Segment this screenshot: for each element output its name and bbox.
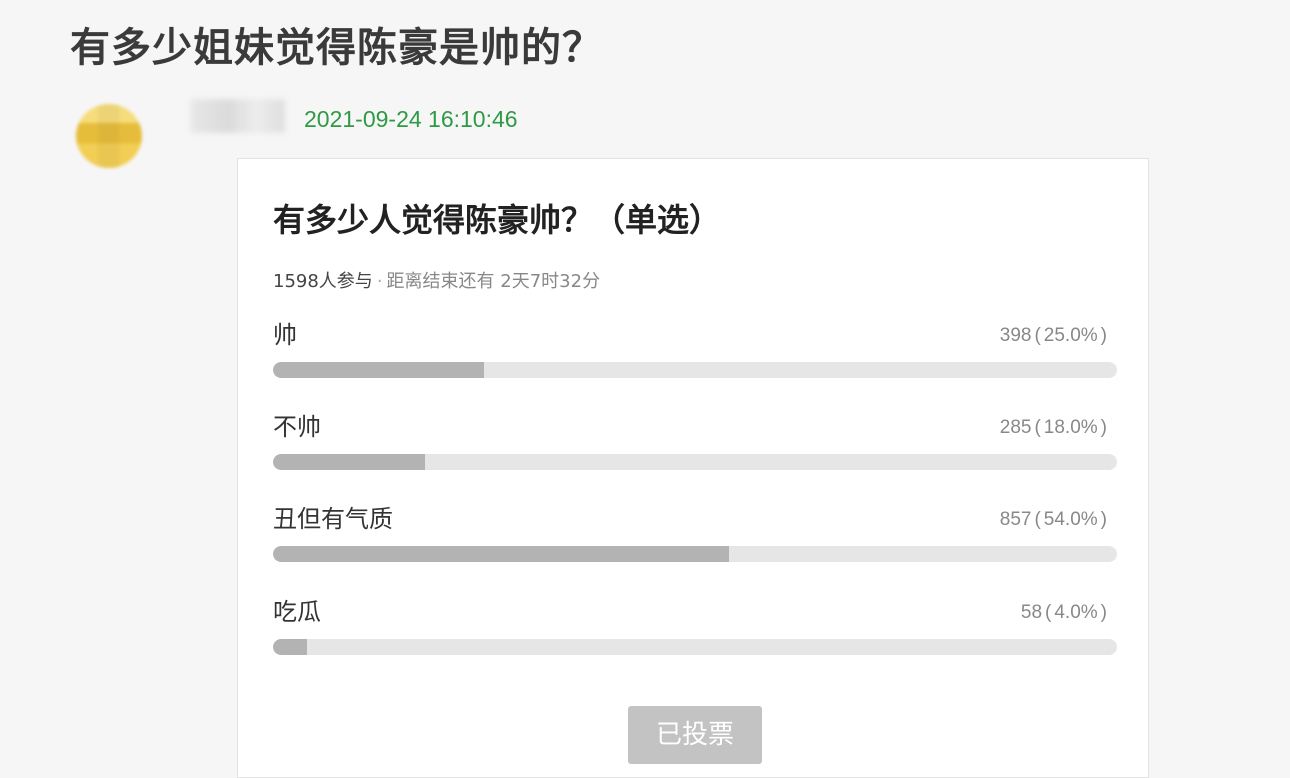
option-bar-fill [273, 639, 307, 655]
option-result: 398(25.0%) [999, 325, 1107, 346]
option-bar-track [273, 362, 1117, 378]
username-blurred[interactable] [190, 99, 285, 133]
poll-deadline: 距离结束还有 2天7时32分 [386, 271, 601, 292]
avatar[interactable] [76, 104, 142, 168]
option-bar-fill [273, 362, 484, 378]
option-label: 帅 [273, 321, 297, 349]
option-bar-fill [273, 546, 729, 562]
option-bar-track [273, 546, 1117, 562]
option-bar-fill [273, 454, 425, 470]
option-bar-track [273, 454, 1117, 470]
option-percent: 54.0% [1043, 509, 1098, 530]
poll-option-shuai[interactable]: 帅 398(25.0%) [273, 319, 1117, 379]
option-percent: 18.0% [1043, 417, 1098, 438]
meta-separator: · [376, 271, 383, 292]
poll-meta: 1598人参与 · 距离结束还有 2天7时32分 [273, 269, 600, 295]
option-percent: 4.0% [1054, 602, 1098, 623]
option-percent: 25.0% [1043, 325, 1098, 346]
poll-option-chi-gua[interactable]: 吃瓜 58(4.0%) [273, 596, 1117, 656]
poll-option-bu-shuai[interactable]: 不帅 285(18.0%) [273, 411, 1117, 471]
poll-option-chou-dan-you-qizhi[interactable]: 丑但有气质 857(54.0%) [273, 503, 1117, 563]
voted-button[interactable]: 已投票 [628, 706, 762, 764]
option-label: 不帅 [273, 413, 321, 441]
option-result: 285(18.0%) [999, 417, 1107, 438]
option-count: 285 [999, 417, 1032, 438]
post-timestamp: 2021-09-24 16:10:46 [304, 106, 518, 132]
option-label: 吃瓜 [273, 598, 321, 626]
option-bar-track [273, 639, 1117, 655]
poll-title: 有多少人觉得陈豪帅？（单选） [273, 201, 722, 239]
option-count: 857 [999, 509, 1032, 530]
option-result: 857(54.0%) [999, 509, 1107, 530]
poll-participants: 1598人参与 [273, 271, 373, 292]
option-count: 58 [1020, 602, 1043, 623]
option-result: 58(4.0%) [1020, 602, 1107, 623]
option-count: 398 [999, 325, 1032, 346]
option-label: 丑但有气质 [273, 505, 393, 533]
poll-card: 有多少人觉得陈豪帅？（单选） 1598人参与 · 距离结束还有 2天7时32分 帅 … [237, 158, 1149, 778]
post-title: 有多少姐妹觉得陈豪是帅的？ [70, 25, 603, 71]
